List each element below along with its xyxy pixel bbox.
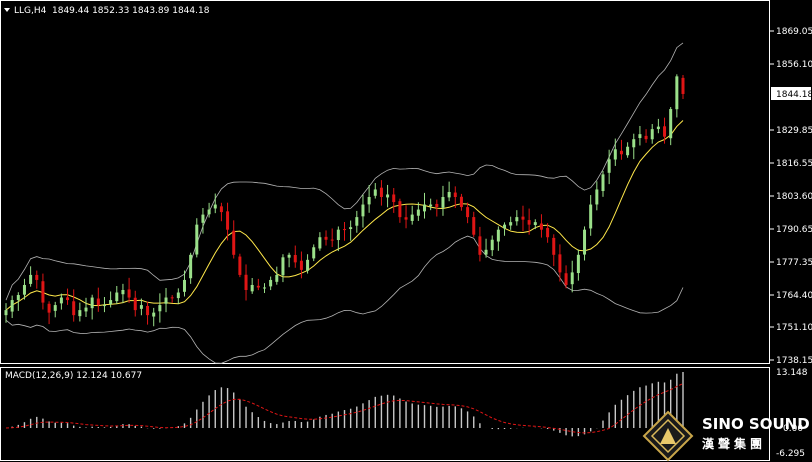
symbol-label: LLG,H4 [14,6,47,16]
price-tick: 1803.60 [776,192,812,202]
watermark-title: SINO SOUND [702,415,810,433]
price-tick: 1738.15 [776,356,812,366]
price-tick: 1790.65 [776,225,812,235]
price-tick: 1829.85 [776,126,812,136]
price-tick: 1751.10 [776,323,812,333]
price-tick: 1816.55 [776,159,812,169]
price-tick: 1764.40 [776,291,812,301]
macd-tick: -6.295 [776,449,805,459]
watermark-subtitle: 漢聲集團 [702,436,766,451]
macd-label: MACD(12,26,9) 12.124 10.677 [5,371,142,381]
price-tick: 1869.05 [776,27,812,37]
macd-tick: 13.148 [776,368,808,378]
chart-window[interactable]: LLG,H4 1849.44 1852.33 1843.89 1844.18 1… [0,0,812,462]
candle [238,253,242,278]
price-tick: 1777.35 [776,258,812,268]
ohlc-values: 1849.44 1852.33 1843.89 1844.18 [52,6,210,16]
price-tick: 1856.10 [776,60,812,70]
current-price-label: 1844.18 [776,90,812,100]
